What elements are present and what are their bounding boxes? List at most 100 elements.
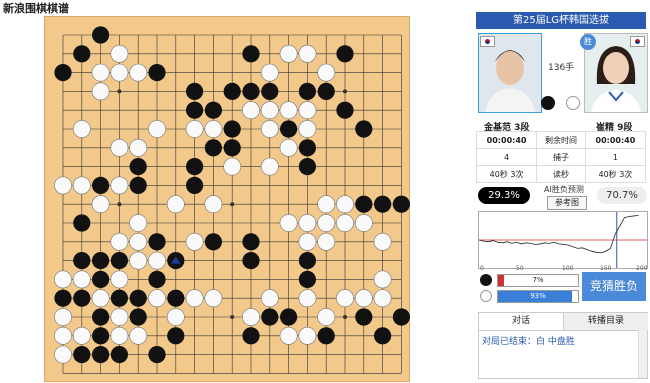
black-stone [242,82,260,100]
winrate-line [478,212,647,268]
guess-winner-button[interactable]: 竞猜胜负 [582,272,646,301]
star-point [230,315,235,319]
black-stone [92,252,110,270]
winrate-series [478,214,639,254]
white-stone [260,63,279,82]
black-stone [317,82,335,100]
white-stone [279,44,298,63]
black-stone [392,308,410,326]
black-stone [148,346,166,364]
black-stone [186,82,204,100]
go-board[interactable] [44,16,410,382]
white-stone [129,232,148,251]
page-title: 新浪围棋棋谱 [3,2,69,15]
white-stone [298,101,317,120]
black-stone [374,195,392,213]
black-stone-icon [541,96,555,110]
white-stone [317,195,336,214]
black-stone [54,64,72,82]
white-stone [72,176,91,195]
white-stone [242,308,260,326]
black-stone [186,176,204,194]
white-stone [91,63,110,82]
stat-label: 剩余时间 [536,131,586,149]
white-stone [317,232,336,251]
black-stone [242,45,260,63]
white-stone [279,326,298,345]
white-stone [166,195,185,214]
black-stone [298,158,316,176]
black-stone [92,26,110,44]
chat-panel: 对局已结束：白 中盘胜 [478,330,648,379]
black-stone [167,327,185,345]
white-stone [354,289,373,308]
white-stone [185,120,204,138]
match-title: 第25届LG杯韩国选拔 [476,12,646,29]
black-stone [298,139,316,157]
white-stone [129,326,148,345]
white-stone [54,345,72,364]
white-stone [110,270,129,289]
black-stone [129,308,147,326]
black-stone [298,82,316,100]
black-stone [223,82,241,100]
winrate-graph [478,211,648,269]
white-stone [336,289,354,308]
black-vote-fill [498,275,504,286]
black-stone [280,308,298,326]
black-stone [298,270,316,288]
black-stone [73,289,91,307]
black-vote-bar: 7% [497,274,579,287]
white-stone [129,214,148,232]
axis-tick: 100 [562,265,574,272]
tab-chat[interactable]: 对话 [479,313,563,330]
white-stone [336,214,354,232]
black-stone [110,252,128,270]
white-vote-bar: 93% [497,290,579,303]
stat-label: 读秒 [536,165,586,183]
black-stone [73,214,91,232]
white-stone [129,63,148,82]
white-stone [54,176,72,195]
black-stone [204,139,222,157]
stat-left: 00:00:40 [475,131,538,149]
black-stone [261,308,279,326]
black-stone [129,158,147,176]
black-stone-icon [480,274,492,286]
black-stone [148,64,166,82]
black-stone [110,346,128,364]
black-stone [280,120,298,138]
black-stone [298,252,316,270]
chat-scrollbar[interactable] [638,330,647,378]
white-stone [129,251,148,270]
white-stone [373,232,392,251]
white-stone [110,138,129,157]
stat-right: 1 [584,148,647,166]
black-stone [73,346,91,364]
white-stone [373,270,392,289]
white-stone [148,120,166,138]
black-stone [129,176,147,194]
white-stone [91,195,110,214]
stats-row: 40秒 3次 读秒 40秒 3次 [475,165,647,183]
white-stone [91,289,110,308]
black-stone [204,233,222,251]
black-stone [261,82,279,100]
board-grid[interactable] [44,16,410,382]
stat-label: 捕子 [536,148,586,166]
black-stone [73,45,91,63]
white-stone [166,308,185,326]
white-stone [110,44,129,63]
star-point [343,89,347,94]
white-stone [204,195,223,214]
star-point [343,315,347,319]
tab-broadcast-list[interactable]: 转播目录 [563,313,648,330]
reference-button[interactable]: 参考图 [547,196,587,210]
white-stone [91,82,110,101]
black-stone [167,289,185,307]
white-stone [72,326,91,345]
white-stone-icon [480,290,492,302]
black-stone [242,252,260,270]
black-stone [110,289,128,307]
white-stone-icon [566,96,580,110]
